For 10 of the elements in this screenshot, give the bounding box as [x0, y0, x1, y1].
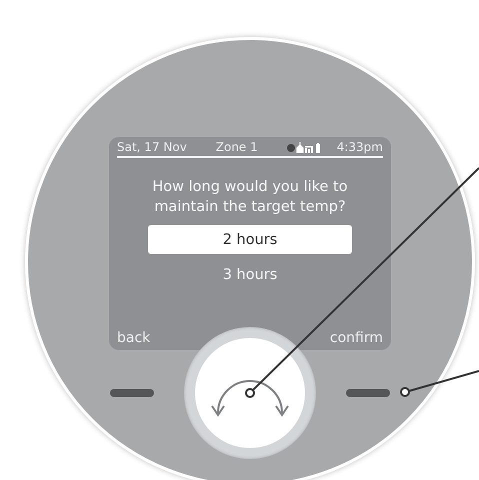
dial-knob[interactable]: [195, 338, 305, 448]
question-text: How long would you like to maintain the target temp?: [151, 178, 349, 217]
time-text: 4:33pm: [336, 140, 383, 154]
duration-option[interactable]: 2 hours: [148, 225, 352, 254]
back-label: back: [117, 330, 150, 346]
zone-text: Zone 1: [216, 140, 258, 154]
date-text: Sat, 17 Nov: [117, 140, 187, 154]
left-button[interactable]: [110, 389, 154, 397]
confirm-label: confirm: [330, 330, 383, 346]
right-button[interactable]: [346, 389, 390, 397]
